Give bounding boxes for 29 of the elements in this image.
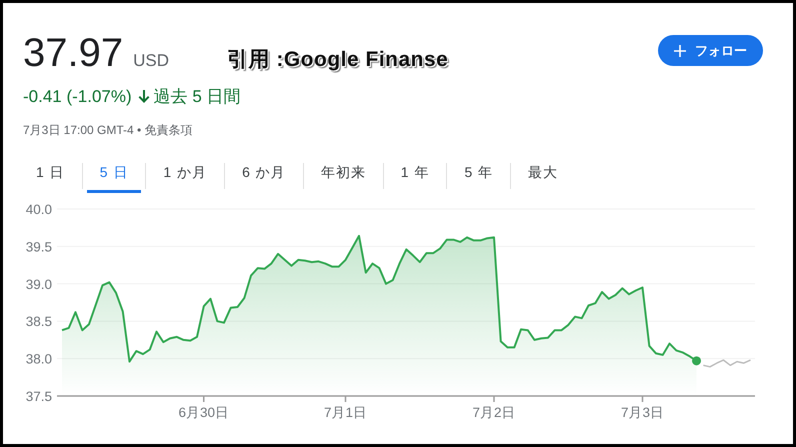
x-axis-label: 6月30日: [178, 405, 230, 420]
y-axis-label: 37.5: [26, 389, 52, 404]
current-point-marker: [692, 356, 701, 366]
y-axis-label: 40.0: [26, 202, 52, 217]
follow-button[interactable]: フォロー: [658, 35, 763, 66]
range-tab[interactable]: 1 日: [23, 160, 78, 192]
currency-text: USD: [133, 51, 170, 71]
range-tab[interactable]: 6 か月: [229, 160, 299, 192]
y-axis-label: 38.0: [26, 352, 52, 367]
range-tab[interactable]: 1 年: [388, 160, 442, 192]
y-axis-label: 39.5: [26, 239, 52, 254]
x-axis-label: 7月3日: [620, 405, 664, 420]
range-tab[interactable]: 年初来: [308, 160, 379, 192]
x-axis-label: 7月2日: [472, 405, 516, 420]
range-tab[interactable]: 5 年: [451, 160, 506, 192]
caption-text: 引用 :Google Finanse: [227, 47, 448, 73]
y-axis-label: 38.5: [26, 314, 52, 330]
range-tab[interactable]: 1 か月: [150, 160, 220, 192]
range-tab[interactable]: 最大: [515, 160, 572, 192]
timestamp-text: 7月3日 17:00 GMT-4 • 免責条項: [23, 122, 194, 139]
plus-icon: [674, 44, 686, 56]
arrow-down-icon: [138, 90, 150, 104]
range-tab[interactable]: 5 日: [86, 160, 142, 192]
price-line: [703, 359, 751, 368]
x-axis-label: 7月1日: [324, 405, 368, 420]
period-text: 過去 5 日間: [154, 86, 241, 108]
price-text: 37.97: [23, 31, 124, 75]
change-text: -0.41 (-1.07%): [23, 86, 132, 106]
y-axis-label: 39.0: [26, 276, 52, 292]
